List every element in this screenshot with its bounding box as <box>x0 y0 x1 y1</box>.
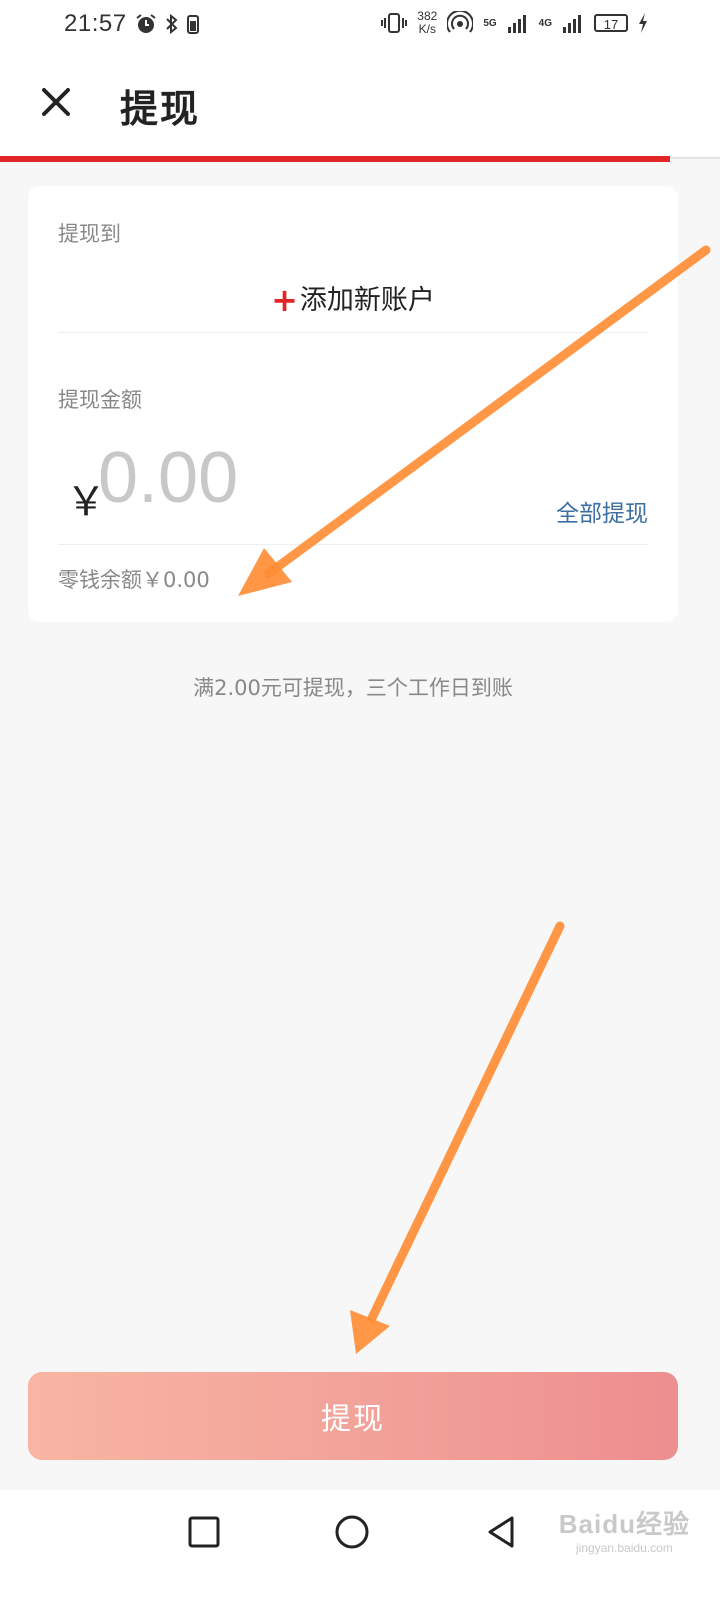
phone-battery-icon <box>186 13 199 35</box>
plus-icon: + <box>271 281 298 319</box>
status-left: 21:57 <box>64 10 199 38</box>
withdraw-to-label: 提现到 <box>58 222 121 246</box>
watermark-sub: jingyan.baidu.com <box>576 1541 673 1555</box>
status-bar: 21:57 382 K/s 5G 4G 17 <box>0 0 720 48</box>
status-right: 382 K/s 5G 4G 17 <box>381 10 648 36</box>
withdraw-all-link[interactable]: 全部提现 <box>556 494 648 528</box>
amount-input[interactable] <box>98 438 458 518</box>
baidu-jingyan-watermark: Baidu经验 jingyan.baidu.com <box>559 1504 690 1555</box>
close-icon[interactable] <box>32 78 80 126</box>
add-account-button[interactable]: +添加新账户 <box>28 278 678 319</box>
header-accent-line <box>0 156 670 162</box>
top-bar: 提现 <box>0 48 720 156</box>
watermark-main: Baidu经验 <box>558 1509 690 1539</box>
withdraw-hint: 满2.00元可提现，三个工作日到账 <box>193 676 513 700</box>
bluetooth-icon <box>165 13 179 35</box>
signal-icon <box>507 12 529 34</box>
recent-apps-icon[interactable] <box>182 1510 226 1554</box>
status-time: 21:57 <box>64 10 127 37</box>
net-speed: 382 K/s <box>417 10 437 36</box>
withdraw-submit-button[interactable]: 提现 <box>28 1372 678 1460</box>
add-account-label: 添加新账户 <box>299 285 435 316</box>
page-title: 提现 <box>120 86 201 131</box>
sim2-net-type: 4G <box>538 17 552 29</box>
withdraw-card: 提现到 +添加新账户 提现金额 ￥ 全部提现 零钱余额￥0.00 <box>28 186 678 622</box>
alarm-icon <box>135 13 157 35</box>
hotspot-icon <box>447 11 474 35</box>
battery-level: 17 <box>603 17 619 32</box>
vibrate-icon <box>381 12 408 34</box>
battery-icon: 17 <box>594 14 628 32</box>
annotation-arrow-submit <box>350 921 565 1354</box>
back-icon[interactable] <box>480 1510 524 1554</box>
net-speed-unit: K/s <box>418 22 436 36</box>
amount-label: 提现金额 <box>58 388 142 412</box>
home-icon[interactable] <box>330 1510 374 1554</box>
charging-icon <box>638 12 648 34</box>
balance-text: 零钱余额￥0.00 <box>58 568 210 592</box>
header-divider <box>670 157 720 159</box>
sim1-net-type: 5G <box>483 17 497 29</box>
divider <box>58 332 648 333</box>
signal-icon <box>562 12 584 34</box>
divider <box>58 544 648 545</box>
